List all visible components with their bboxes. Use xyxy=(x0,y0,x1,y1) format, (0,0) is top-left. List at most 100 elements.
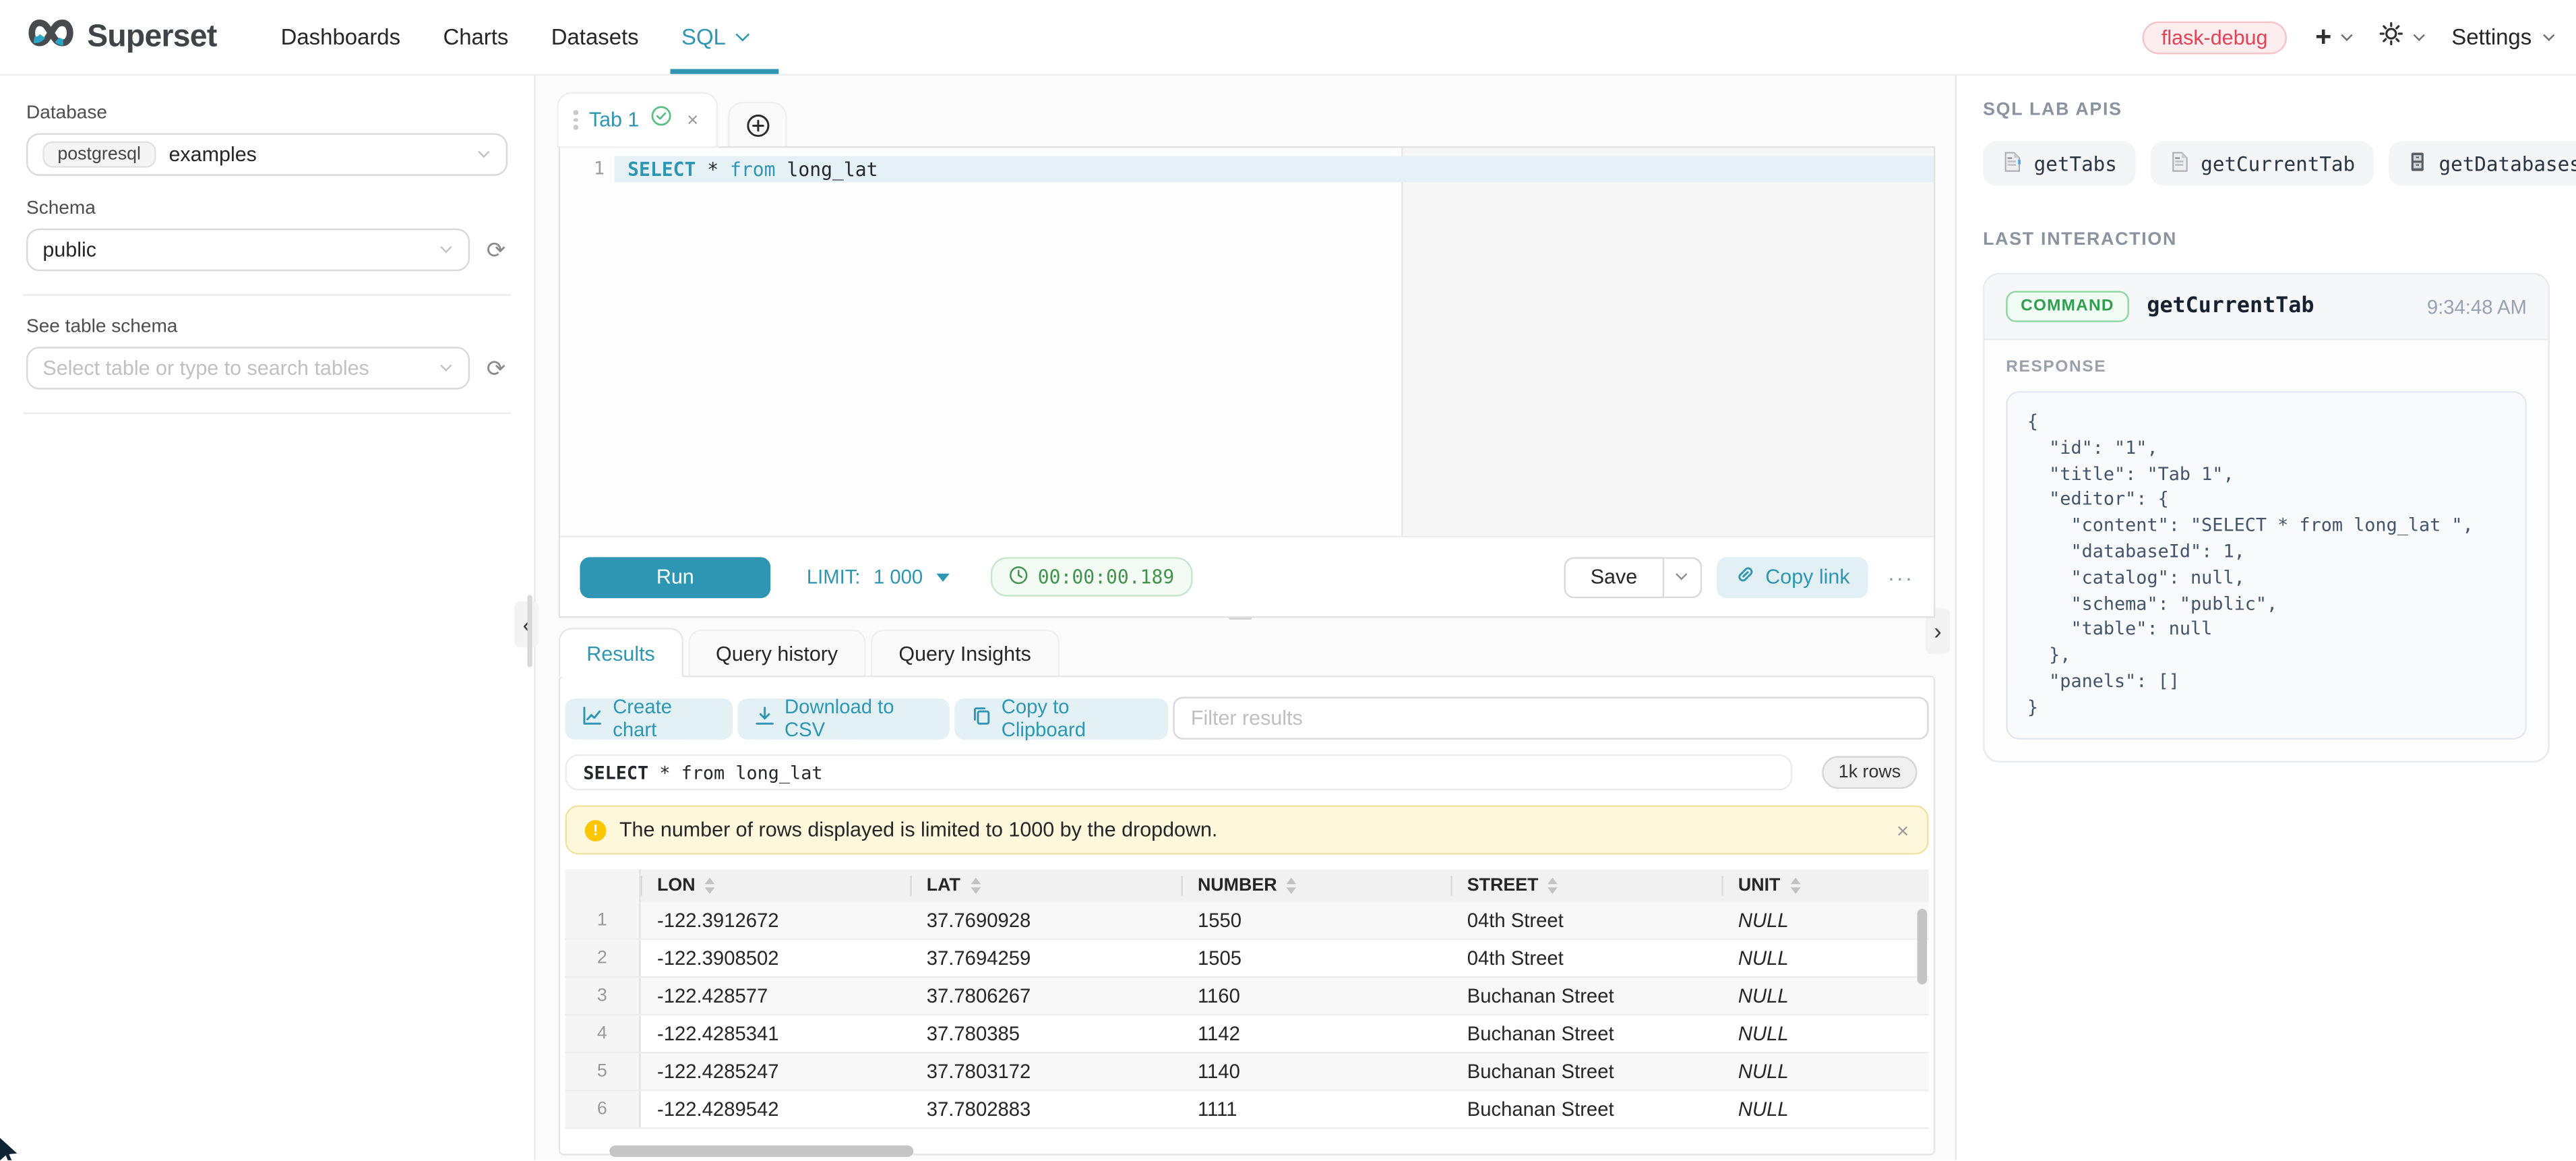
sql-code-editor[interactable]: 1 SELECT * from long_lat xyxy=(560,148,1934,535)
column-header-lon[interactable]: LON xyxy=(641,869,911,902)
copy-link-button[interactable]: Copy link xyxy=(1716,556,1868,597)
limit-dropdown[interactable]: LIMIT:1 000 xyxy=(807,566,949,589)
tab-query-history[interactable]: Query history xyxy=(688,630,866,678)
table-row: 6 -122.4289542 37.7802883 1111 Buchanan … xyxy=(565,1092,1929,1129)
warning-text: The number of rows displayed is limited … xyxy=(619,818,1217,841)
column-header-street[interactable]: STREET xyxy=(1450,869,1721,902)
row-number-header xyxy=(565,869,641,902)
navbar: Superset Dashboards Charts Datasets SQL … xyxy=(0,0,2576,76)
table-schema-label: See table schema xyxy=(26,317,508,336)
column-header-lat[interactable]: LAT xyxy=(910,869,1181,902)
row-limit-warning-banner: ! The number of rows displayed is limite… xyxy=(565,805,1929,854)
results-tabbar: Results Query history Query Insights xyxy=(559,628,1060,677)
executed-query-preview: SELECT * from long_lat xyxy=(565,754,1793,791)
close-warning-icon[interactable]: × xyxy=(1897,818,1909,843)
vertical-scrollbar[interactable] xyxy=(1918,909,1928,984)
table-select[interactable]: Select table or type to search tables xyxy=(26,347,470,389)
warning-icon: ! xyxy=(585,819,607,841)
main-nav: Dashboards Charts Datasets SQL xyxy=(259,0,768,74)
table-header-row: LON LAT NUMBER STREET UNIT xyxy=(565,869,1929,902)
chevron-down-icon xyxy=(2543,29,2554,40)
superset-logo[interactable]: Superset xyxy=(26,16,217,57)
save-button[interactable]: Save xyxy=(1564,556,1663,597)
copy-to-clipboard-button[interactable]: Copy to Clipboard xyxy=(954,698,1168,739)
plus-icon: + xyxy=(2315,23,2331,51)
sidebar-divider xyxy=(23,413,511,414)
get-current-tab-button[interactable]: getCurrentTab xyxy=(2150,142,2373,186)
tab-results[interactable]: Results xyxy=(559,628,683,677)
column-header-unit[interactable]: UNIT xyxy=(1722,869,1929,902)
run-query-button[interactable]: Run xyxy=(580,556,770,597)
nav-sql[interactable]: SQL xyxy=(660,0,768,74)
caret-down-icon xyxy=(936,572,950,580)
sql-editor-pane: Tab 1 × xyxy=(536,76,1955,1160)
settings-menu[interactable]: Settings xyxy=(2451,25,2553,50)
create-chart-button[interactable]: Create chart xyxy=(565,698,732,739)
chevron-down-icon xyxy=(2414,29,2425,40)
nav-datasets[interactable]: Datasets xyxy=(530,0,660,74)
table-row: 2 -122.3908502 37.7694259 1505 04th Stre… xyxy=(565,940,1929,978)
api-buttons-row: getTabs getCurrentTab xyxy=(1983,142,2550,186)
results-table: LON LAT NUMBER STREET UNIT 1 -122.391267… xyxy=(565,869,1929,1129)
json-line: "table": null xyxy=(2027,617,2505,643)
sidebar-divider xyxy=(23,294,511,295)
json-line: "databaseId": 1, xyxy=(2027,539,2505,565)
new-item-menu[interactable]: + xyxy=(2315,23,2351,51)
drag-handle-icon[interactable] xyxy=(574,111,578,129)
chevron-down-icon xyxy=(2341,29,2353,40)
pane-scrollbar[interactable] xyxy=(527,595,532,667)
get-databases-button[interactable]: getDatabases xyxy=(2388,142,2576,186)
superset-sql-lab-screen: Superset Dashboards Charts Datasets SQL … xyxy=(0,0,2576,1160)
results-toolbar: Create chart Download to CSV xyxy=(565,697,1929,740)
editor-tab-1[interactable]: Tab 1 × xyxy=(559,94,716,146)
table-row: 3 -122.428577 37.7806267 1160 Buchanan S… xyxy=(565,978,1929,1015)
last-interaction-card: COMMAND getCurrentTab 9:34:48 AM RESPONS… xyxy=(1983,273,2550,762)
collapse-left-panel-button[interactable]: ‹ xyxy=(514,601,539,647)
column-header-number[interactable]: NUMBER xyxy=(1182,869,1451,902)
nav-charts[interactable]: Charts xyxy=(422,0,530,74)
tab-saved-check-icon xyxy=(650,105,672,135)
get-tabs-button[interactable]: getTabs xyxy=(1983,142,2135,186)
sql-code-line: SELECT * from long_lat xyxy=(627,156,878,183)
close-tab-icon[interactable]: × xyxy=(687,109,698,131)
schema-label: Schema xyxy=(26,199,508,218)
tab-query-insights[interactable]: Query Insights xyxy=(871,630,1059,678)
json-line: { xyxy=(2027,409,2505,436)
command-badge: COMMAND xyxy=(2006,291,2128,322)
table-row: 1 -122.3912672 37.7690928 1550 04th Stre… xyxy=(565,902,1929,940)
mouse-cursor xyxy=(0,1135,25,1160)
filter-results-input[interactable]: Filter results xyxy=(1173,697,1929,740)
more-actions-button[interactable]: ··· xyxy=(1888,564,1914,589)
editor-print-margin-zone xyxy=(1401,148,1934,535)
download-csv-button[interactable]: Download to CSV xyxy=(737,698,949,739)
active-nav-underline xyxy=(670,69,778,73)
json-line: "panels": [] xyxy=(2027,669,2505,695)
command-name: getCurrentTab xyxy=(2147,294,2314,319)
horizontal-scrollbar[interactable] xyxy=(609,1145,913,1157)
json-line: "id": "1", xyxy=(2027,435,2505,461)
response-json-box: { "id": "1", "title": "Tab 1", "editor":… xyxy=(2006,391,2527,739)
sort-icon xyxy=(971,878,981,893)
schema-select[interactable]: public xyxy=(26,229,470,271)
sql-editor-card: 1 SELECT * from long_lat Run LIMIT:1 000 xyxy=(559,146,1936,618)
environment-tag: flask-debug xyxy=(2142,20,2288,53)
refresh-schemas-icon[interactable]: ⟳ xyxy=(485,238,508,261)
row-count-badge: 1k rows xyxy=(1822,756,1917,789)
document-tabs-icon xyxy=(2001,150,2023,177)
database-select[interactable]: postgresql examples xyxy=(26,133,508,175)
document-icon xyxy=(2168,150,2189,177)
nav-dashboards[interactable]: Dashboards xyxy=(259,0,422,74)
sort-icon xyxy=(1287,878,1297,893)
json-line: }, xyxy=(2027,643,2505,669)
json-line: "editor": { xyxy=(2027,487,2505,513)
add-tab-button[interactable] xyxy=(730,104,786,146)
theme-menu[interactable] xyxy=(2379,20,2424,53)
chart-icon xyxy=(582,705,603,732)
refresh-tables-icon[interactable]: ⟳ xyxy=(485,357,508,380)
chevron-down-icon xyxy=(440,241,452,253)
results-panel: Create chart Download to CSV xyxy=(559,676,1936,1156)
chevron-down-icon xyxy=(735,28,749,42)
interaction-header: COMMAND getCurrentTab 9:34:48 AM xyxy=(1985,274,2548,338)
save-options-caret[interactable] xyxy=(1663,556,1701,597)
query-preview-row: SELECT * from long_lat 1k rows xyxy=(565,754,1929,791)
